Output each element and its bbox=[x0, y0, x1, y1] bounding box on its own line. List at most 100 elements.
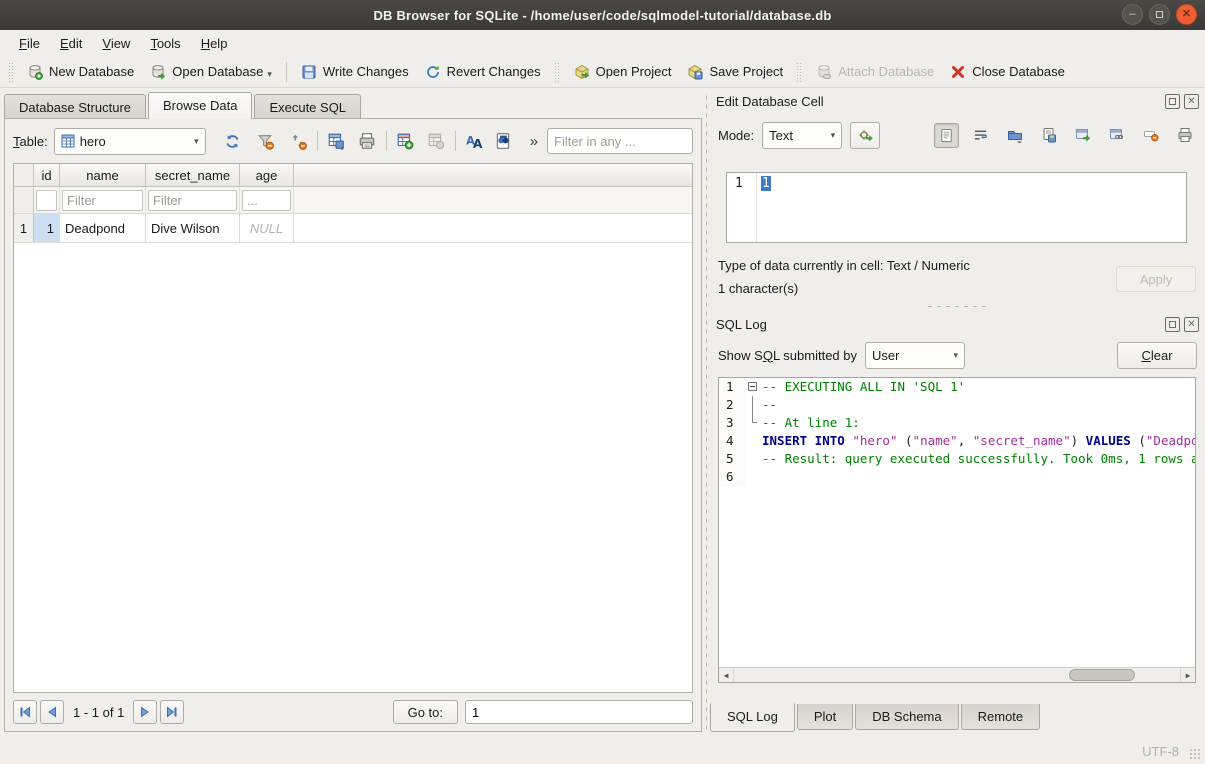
clear-log-button[interactable]: Clear bbox=[1117, 342, 1197, 369]
grid-corner[interactable] bbox=[14, 164, 34, 186]
delete-record-button bbox=[424, 129, 449, 154]
filter-input-secret-name[interactable] bbox=[148, 190, 237, 211]
find-in-table-button[interactable] bbox=[491, 129, 516, 154]
insert-record-button[interactable] bbox=[393, 129, 418, 154]
set-null-icon bbox=[1143, 127, 1159, 143]
minimize-button[interactable]: – bbox=[1122, 4, 1143, 25]
vertical-splitter[interactable] bbox=[703, 92, 710, 733]
import-data-button[interactable] bbox=[1002, 123, 1027, 148]
resize-grip[interactable] bbox=[1189, 748, 1202, 761]
revert-changes-button[interactable]: Revert Changes bbox=[417, 60, 549, 84]
dock-close-button[interactable]: ✕ bbox=[1184, 94, 1199, 109]
text-mode-toggle[interactable] bbox=[934, 123, 959, 148]
encoding-indicator[interactable]: UTF-8 bbox=[1142, 744, 1179, 759]
print-cell-button[interactable] bbox=[1172, 123, 1197, 148]
tab-db-schema[interactable]: DB Schema bbox=[855, 704, 958, 730]
tab-browse-data[interactable]: Browse Data bbox=[148, 92, 252, 119]
sql-log-editor[interactable]: 1 -- EXECUTING ALL IN 'SQL 1' 2 -- 3 -- … bbox=[718, 377, 1196, 683]
filter-input-name[interactable] bbox=[62, 190, 143, 211]
horizontal-splitter[interactable] bbox=[927, 303, 987, 310]
filter-input-id[interactable] bbox=[36, 190, 57, 211]
cell-name[interactable]: Deadpond bbox=[60, 214, 146, 242]
close-database-button[interactable]: Close Database bbox=[942, 60, 1073, 84]
browse-toolbar: Table: hero ▾ bbox=[5, 125, 701, 157]
scrollbar-track[interactable] bbox=[734, 668, 1180, 682]
row-number[interactable]: 1 bbox=[14, 214, 34, 242]
toolbar-overflow-chevron[interactable]: » bbox=[526, 133, 542, 150]
column-header-name[interactable]: name bbox=[60, 164, 146, 186]
menu-help[interactable]: Help bbox=[192, 33, 237, 54]
column-header-id[interactable]: id bbox=[34, 164, 60, 186]
open-project-button[interactable]: Open Project bbox=[566, 60, 680, 84]
tab-sql-log[interactable]: SQL Log bbox=[710, 703, 795, 732]
column-header-age[interactable]: age bbox=[240, 164, 294, 186]
goto-button[interactable]: Go to: bbox=[393, 700, 458, 724]
clear-filters-button[interactable] bbox=[253, 129, 278, 154]
menu-tools[interactable]: Tools bbox=[141, 33, 189, 54]
main-toolbar: New Database Open Database ▾ Write Chang… bbox=[0, 56, 1205, 88]
refresh-button[interactable] bbox=[220, 129, 245, 154]
column-header-secret-name[interactable]: secret_name bbox=[146, 164, 240, 186]
table-select-value: hero bbox=[80, 134, 106, 149]
tab-remote[interactable]: Remote bbox=[961, 704, 1041, 730]
sql-log-dock-titlebar: SQL Log ✕ bbox=[710, 313, 1205, 335]
cell-secret-name[interactable]: Dive Wilson bbox=[146, 214, 240, 242]
fold-marker[interactable] bbox=[745, 378, 762, 396]
scroll-left-arrow[interactable]: ◀ bbox=[719, 668, 734, 682]
next-page-button[interactable] bbox=[133, 700, 157, 724]
edit-cell-dock-titlebar: Edit Database Cell ✕ bbox=[710, 90, 1205, 112]
scrollbar-thumb[interactable] bbox=[1069, 669, 1136, 681]
dock-close-button[interactable]: ✕ bbox=[1184, 317, 1199, 332]
print-button[interactable] bbox=[355, 129, 380, 154]
last-page-button[interactable] bbox=[160, 700, 184, 724]
sql-source-select[interactable]: User ▾ bbox=[865, 342, 965, 369]
clear-sorting-button[interactable] bbox=[286, 129, 311, 154]
tab-database-structure[interactable]: Database Structure bbox=[4, 94, 146, 119]
write-changes-button[interactable]: Write Changes bbox=[293, 60, 417, 84]
cell-id[interactable]: 1 bbox=[34, 214, 60, 242]
mode-label: Mode: bbox=[718, 128, 754, 143]
cell-type-text: Type of data currently in cell: Text / N… bbox=[718, 258, 970, 273]
table-row: 1 1 Deadpond Dive Wilson NULL bbox=[14, 214, 692, 243]
open-database-button[interactable]: Open Database ▾ bbox=[142, 60, 280, 84]
set-null-button[interactable] bbox=[1138, 123, 1163, 148]
prev-page-button[interactable] bbox=[40, 700, 64, 724]
open-in-external-button[interactable] bbox=[1070, 123, 1095, 148]
word-wrap-button[interactable] bbox=[968, 123, 993, 148]
tab-plot[interactable]: Plot bbox=[797, 704, 853, 730]
table-label: Table: bbox=[13, 134, 48, 149]
menu-view[interactable]: View bbox=[93, 33, 139, 54]
cell-editor-content[interactable]: 1 bbox=[761, 176, 771, 191]
maximize-button[interactable] bbox=[1149, 4, 1170, 25]
cell-age[interactable]: NULL bbox=[240, 214, 294, 242]
write-changes-icon bbox=[301, 64, 317, 80]
copy-link-button[interactable] bbox=[1104, 123, 1129, 148]
menu-file[interactable]: File bbox=[10, 33, 49, 54]
save-table-button[interactable] bbox=[324, 129, 349, 154]
scroll-right-arrow[interactable]: ▶ bbox=[1180, 668, 1195, 682]
mode-select[interactable]: Text ▾ bbox=[762, 122, 842, 149]
tab-execute-sql[interactable]: Execute SQL bbox=[254, 94, 361, 119]
dock-float-button[interactable] bbox=[1165, 317, 1180, 332]
table-icon bbox=[61, 134, 75, 148]
goto-input[interactable] bbox=[465, 700, 693, 724]
filter-any-column-input[interactable] bbox=[547, 128, 693, 154]
fold-collapse-icon[interactable] bbox=[748, 382, 757, 391]
edit-display-format-button[interactable]: AA bbox=[462, 129, 487, 154]
save-project-button[interactable]: Save Project bbox=[679, 60, 791, 84]
toolbar-drag-handle[interactable] bbox=[8, 62, 15, 82]
browse-toolbar-separator bbox=[386, 131, 387, 151]
menu-edit[interactable]: Edit bbox=[51, 33, 91, 54]
close-button[interactable]: ✕ bbox=[1176, 4, 1197, 25]
filter-input-age[interactable] bbox=[242, 190, 291, 211]
sql-log-controls: Show SQL submitted by User ▾ Clear bbox=[710, 340, 1205, 370]
export-data-button[interactable] bbox=[1036, 123, 1061, 148]
cell-editor[interactable]: 1 1 bbox=[726, 172, 1187, 243]
auto-switch-mode-button[interactable] bbox=[850, 122, 880, 149]
first-page-button[interactable] bbox=[13, 700, 37, 724]
open-database-dropdown-caret[interactable]: ▾ bbox=[267, 69, 272, 80]
horizontal-scrollbar[interactable]: ◀ ▶ bbox=[719, 667, 1195, 682]
dock-float-button[interactable] bbox=[1165, 94, 1180, 109]
new-database-button[interactable]: New Database bbox=[19, 60, 142, 84]
table-select[interactable]: hero ▾ bbox=[54, 128, 206, 155]
